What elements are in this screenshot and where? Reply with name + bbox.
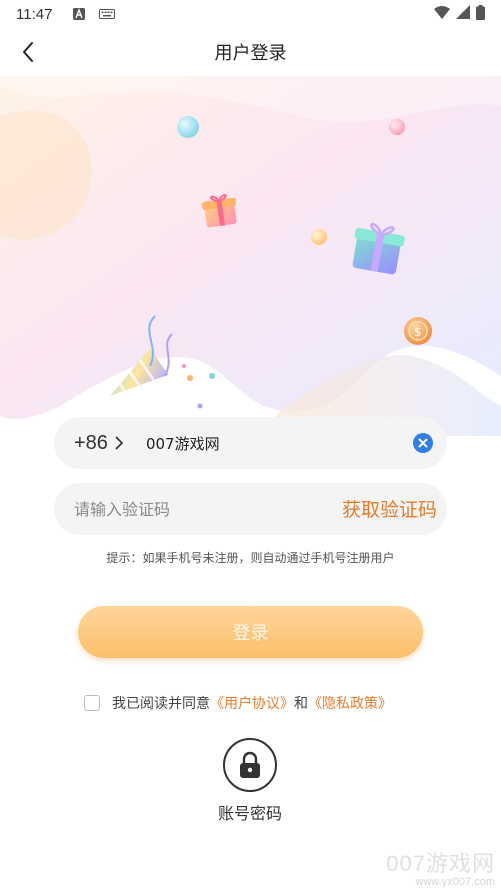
watermark-title: 007游戏网	[386, 851, 495, 876]
lock-icon	[240, 751, 260, 778]
hero-illustration: $	[0, 76, 501, 436]
login-button[interactable]: 登录	[78, 606, 423, 658]
signal-icon	[456, 5, 470, 23]
agreement-prefix: 我已阅读并同意	[112, 696, 210, 712]
wifi-icon	[434, 5, 450, 23]
text-a-icon	[72, 7, 86, 21]
battery-icon	[476, 4, 485, 24]
watermark-url: www.yx007.com	[415, 876, 495, 888]
code-field: 获取验证码	[54, 483, 447, 535]
account-password-login-button[interactable]: 账号密码	[200, 738, 300, 824]
agreement-checkbox[interactable]	[84, 695, 100, 711]
phone-input[interactable]	[145, 434, 386, 452]
get-code-button[interactable]: 获取验证码	[342, 495, 437, 522]
watermark: 007游戏网 www.yx007.com	[386, 853, 495, 888]
privacy-policy-link[interactable]: 《隐私政策》	[308, 693, 392, 713]
chevron-left-icon	[23, 42, 33, 62]
lock-icon-circle	[223, 738, 277, 792]
verification-code-input[interactable]	[74, 499, 294, 519]
clear-button[interactable]	[413, 433, 433, 453]
phone-field: +86	[54, 417, 447, 469]
account-password-label: 账号密码	[217, 804, 282, 823]
clear-circle-icon	[413, 433, 433, 453]
status-time: 11:47	[16, 5, 53, 23]
country-code-selector[interactable]: +86	[74, 432, 124, 455]
nav-bar: 用户登录	[0, 28, 501, 76]
agreement-row: 我已阅读并同意 《用户协议》 和 《隐私政策》	[84, 693, 392, 713]
country-code: +86	[74, 431, 108, 454]
status-bar: 11:47	[0, 0, 501, 28]
back-button[interactable]	[10, 34, 46, 70]
page-title: 用户登录	[214, 43, 287, 64]
agreement-and: 和	[294, 696, 308, 712]
keyboard-icon	[98, 7, 116, 21]
registration-hint: 提示：如果手机号未注册，则自动通过手机号注册用户	[106, 551, 395, 565]
status-right-icons	[434, 4, 485, 24]
chevron-right-icon	[115, 436, 124, 450]
svg-text:$: $	[414, 325, 422, 339]
user-agreement-link[interactable]: 《用户协议》	[210, 693, 294, 713]
